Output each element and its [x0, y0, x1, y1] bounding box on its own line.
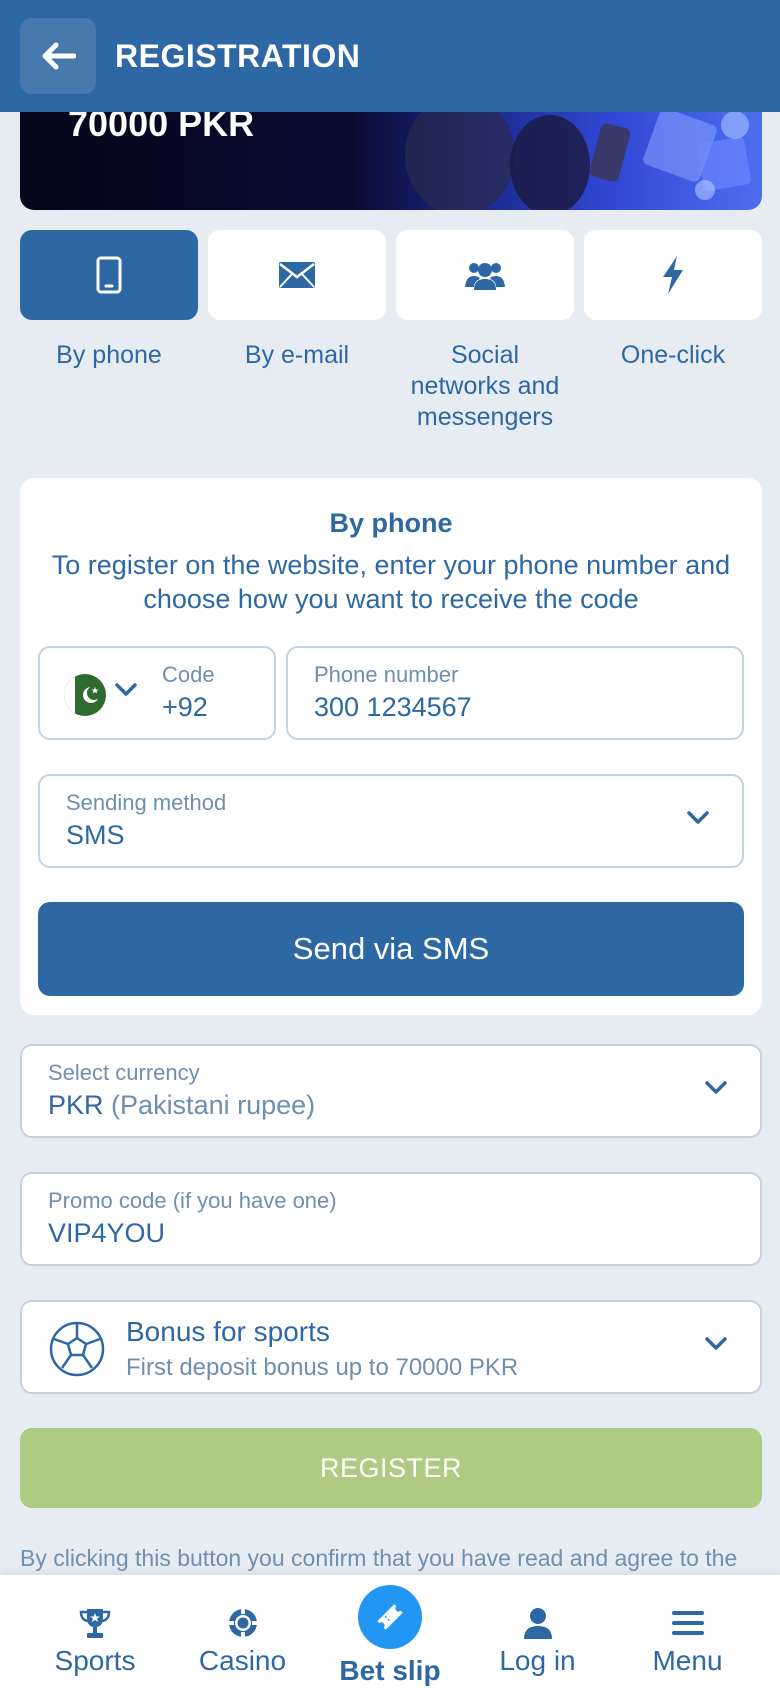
page-title: REGISTRATION	[115, 37, 361, 74]
soccer-ball-icon	[49, 1321, 105, 1377]
tab-social-networks[interactable]: Social networks and messengers	[396, 230, 574, 433]
tab-by-phone-label: By phone	[56, 341, 162, 369]
chevron-down-icon	[705, 1081, 727, 1094]
bottom-navigation: Sports Casino Bet slip Log in Menu	[0, 1575, 780, 1688]
phone-icon	[96, 256, 122, 294]
tab-one-click-label: One-click	[620, 341, 726, 369]
lightning-icon	[663, 256, 683, 294]
nav-item-log-in[interactable]: Log in	[490, 1575, 585, 1688]
sending-method-label: Sending method	[66, 790, 227, 815]
user-icon	[523, 1608, 552, 1639]
tab-one-click[interactable]: One-click	[584, 230, 762, 371]
bonus-select[interactable]: Bonus for sports First deposit bonus up …	[20, 1300, 762, 1394]
phone-number-value: 300 1234567	[314, 692, 472, 722]
tab-one-click-box[interactable]	[584, 230, 762, 320]
trophy-icon	[79, 1609, 111, 1638]
code-value: +92	[162, 692, 208, 722]
terms-text: By clicking this button you confirm that…	[20, 1545, 738, 1571]
chevron-down-icon	[687, 811, 709, 824]
bonus-subtitle: First deposit bonus up to 70000 PKR	[126, 1354, 519, 1381]
currency-select[interactable]: Select currency PKR (Pakistani rupee)	[20, 1044, 762, 1138]
currency-name: (Pakistani rupee)	[111, 1090, 316, 1120]
currency-label: Select currency	[48, 1060, 200, 1085]
registration-method-tabs: By phone By e-mail Social networks and m…	[20, 230, 762, 433]
hamburger-icon	[671, 1611, 704, 1635]
send-via-sms-button[interactable]: Send via SMS	[38, 902, 744, 996]
tab-social-networks-label: Social networks and messengers	[410, 341, 560, 431]
app-header: REGISTRATION	[0, 0, 780, 112]
promo-banner[interactable]: 70000 PKR	[20, 95, 762, 210]
chevron-down-icon	[115, 683, 137, 696]
tab-by-email-label: By e-mail	[244, 341, 350, 369]
tab-by-phone[interactable]: By phone	[20, 230, 198, 371]
phone-number-input[interactable]: Phone number 300 1234567	[286, 646, 744, 740]
sending-method-select[interactable]: Sending method SMS	[38, 774, 744, 868]
bonus-title: Bonus for sports	[126, 1316, 330, 1347]
tab-by-email[interactable]: By e-mail	[208, 230, 386, 371]
back-button[interactable]	[20, 18, 96, 94]
register-button[interactable]: REGISTER	[20, 1428, 762, 1508]
nav-label-menu: Menu	[652, 1645, 723, 1676]
ticket-icon	[377, 1604, 403, 1630]
arrow-left-icon	[42, 42, 76, 70]
code-label: Code	[162, 662, 215, 687]
card-title: By phone	[329, 508, 453, 538]
phone-number-label: Phone number	[314, 662, 459, 687]
country-code-selector[interactable]: Code +92	[38, 646, 276, 740]
tab-by-email-box[interactable]	[208, 230, 386, 320]
promo-code-input[interactable]: Promo code (if you have one) VIP4YOU	[20, 1172, 762, 1266]
chevron-down-icon	[705, 1337, 727, 1350]
pakistan-flag-icon	[64, 674, 106, 716]
currency-value: PKR (Pakistani rupee)	[48, 1090, 315, 1121]
banner-illustration	[405, 95, 752, 210]
envelope-icon	[279, 262, 315, 288]
sending-method-value: SMS	[66, 820, 125, 850]
users-icon	[465, 263, 505, 290]
bet-slip-button[interactable]	[358, 1585, 422, 1649]
currency-code: PKR	[48, 1090, 104, 1120]
casino-chip-icon	[227, 1608, 258, 1638]
nav-item-menu[interactable]: Menu	[640, 1575, 735, 1688]
promo-code-label: Promo code (if you have one)	[48, 1188, 337, 1213]
phone-registration-card: By phone To register on the website, ent…	[20, 478, 762, 1015]
tab-by-phone-box[interactable]	[20, 230, 198, 320]
card-description: To register on the website, enter your p…	[51, 550, 731, 614]
tab-social-networks-box[interactable]	[396, 230, 574, 320]
nav-label-log-in: Log in	[499, 1645, 576, 1676]
promo-code-value: VIP4YOU	[48, 1218, 166, 1248]
